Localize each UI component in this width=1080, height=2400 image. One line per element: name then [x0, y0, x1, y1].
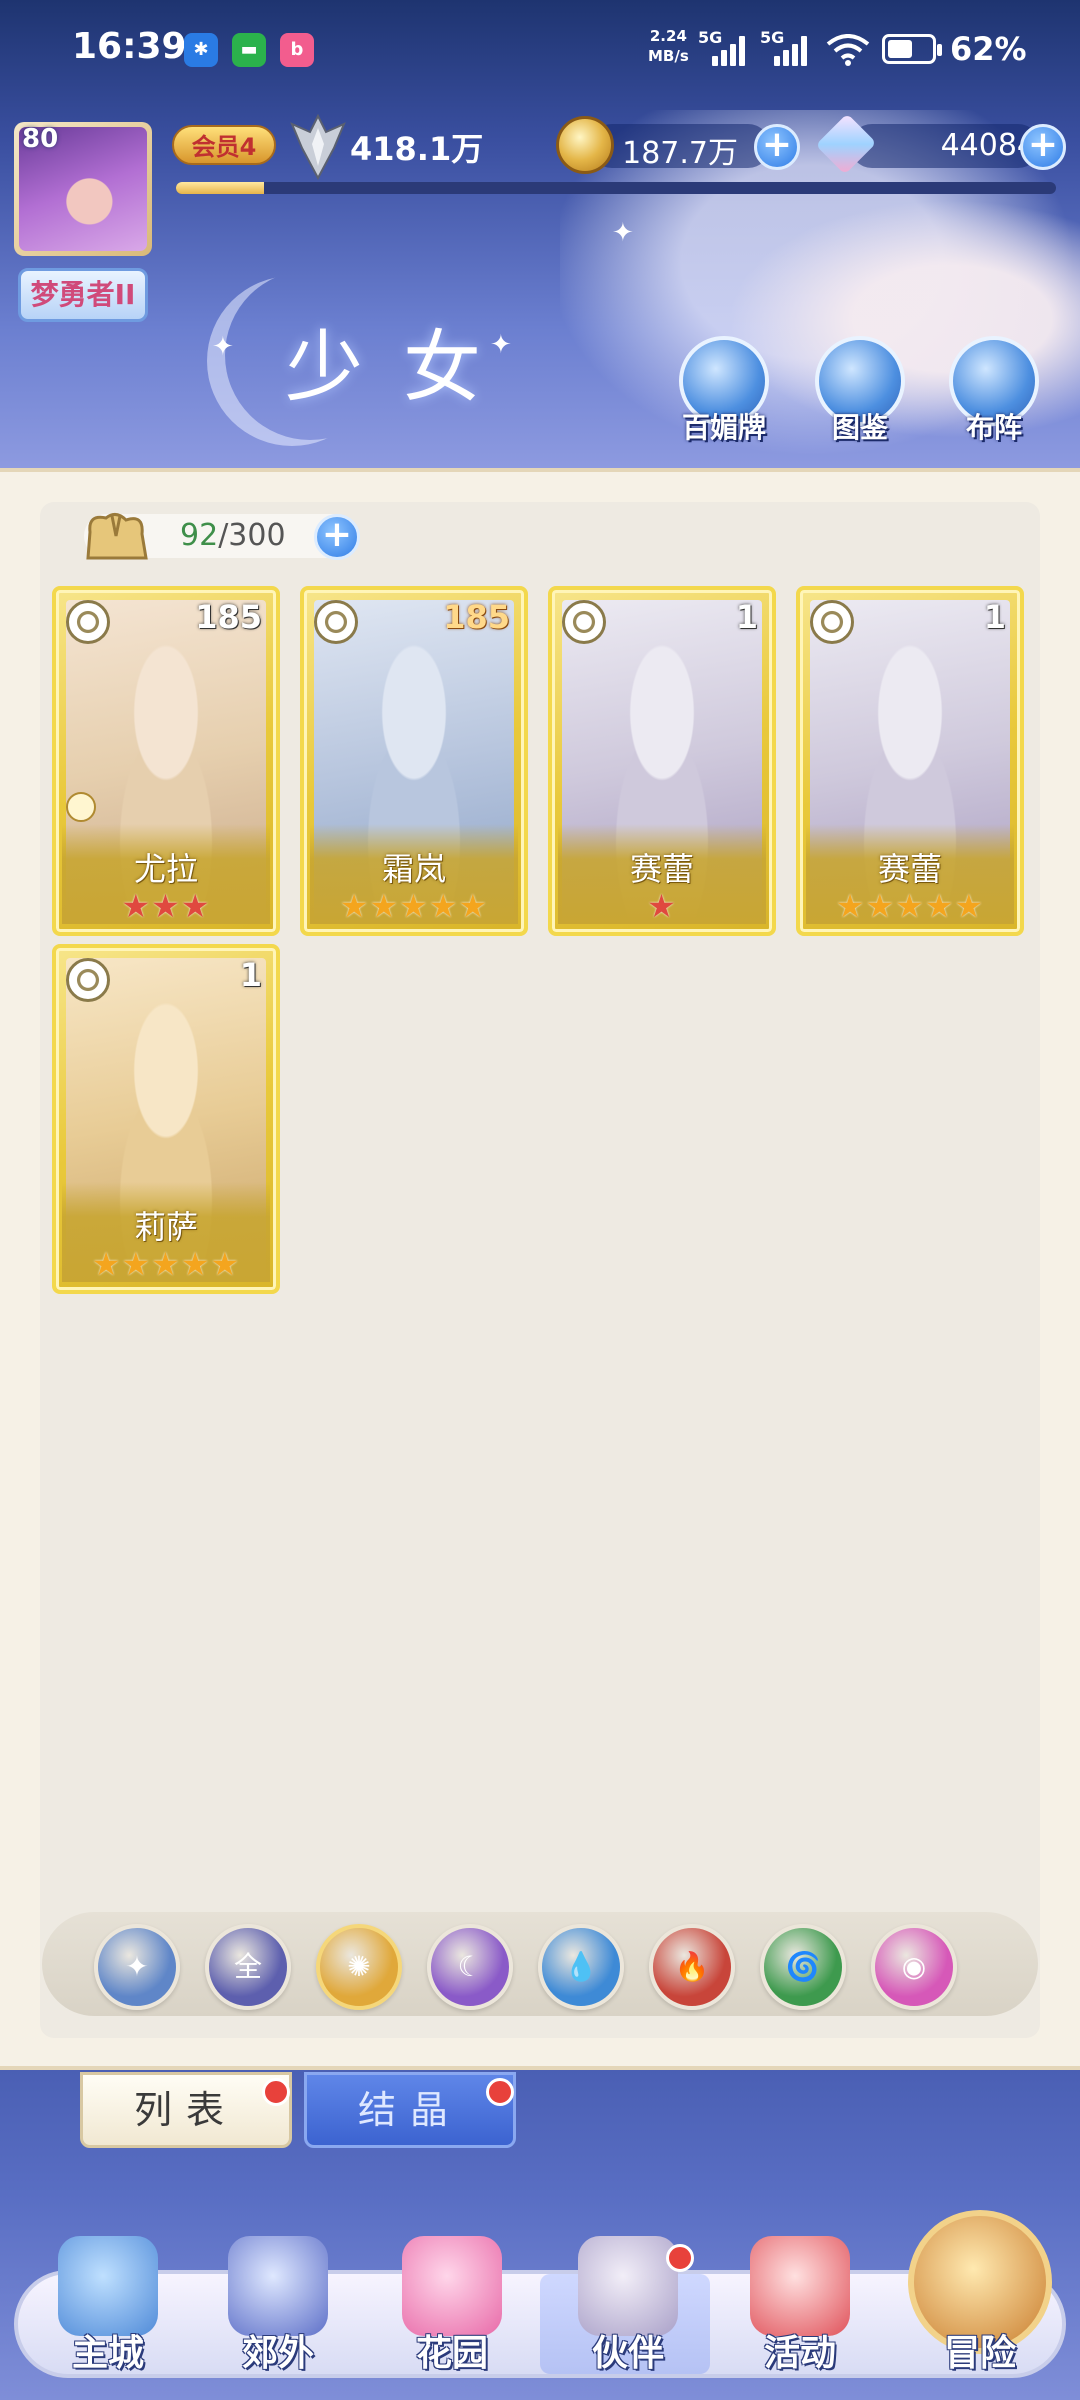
- portal-icon: [228, 2236, 328, 2336]
- net-speed-value: 2.24: [649, 27, 687, 45]
- character-card[interactable]: 185 霜岚 ★★★★★: [300, 586, 528, 936]
- character-name: 莉萨: [133, 1208, 198, 1246]
- light-element-icon: [66, 958, 110, 1002]
- character-level: 185: [443, 598, 510, 636]
- character-name: 赛蕾: [877, 850, 942, 888]
- formation-button[interactable]: 布阵: [942, 336, 1046, 444]
- character-level: 1: [735, 598, 758, 636]
- add-gems-button[interactable]: +: [1020, 124, 1066, 170]
- nav-label: 主城: [71, 2333, 144, 2374]
- qq-icon: ✱: [184, 33, 218, 67]
- moon-element-icon[interactable]: ☾: [427, 1924, 513, 2010]
- character-name: 霜岚: [381, 850, 446, 888]
- garden-heart-icon: [402, 2236, 502, 2336]
- character-level: 1: [983, 598, 1006, 636]
- character-card[interactable]: 185 尤拉 ★★★: [52, 586, 280, 936]
- character-level: 185: [195, 598, 262, 636]
- spirit-element-icon[interactable]: ◉: [871, 1924, 957, 2010]
- combat-power-value: 418.1万: [350, 130, 484, 168]
- nav-item-compass-sword[interactable]: 冒险: [900, 2210, 1060, 2384]
- nav-label: 伙伴: [591, 2333, 664, 2374]
- water-element-icon[interactable]: 💧: [538, 1924, 624, 2010]
- vip-badge[interactable]: 会员4: [172, 125, 276, 165]
- nav-label: 花园: [415, 2333, 488, 2374]
- character-card[interactable]: 1 赛蕾 ★: [548, 586, 776, 936]
- signal-bars-icon: [774, 36, 814, 66]
- all-filter-icon[interactable]: 全: [205, 1924, 291, 2010]
- light-element-icon[interactable]: ✺: [316, 1924, 402, 2010]
- partner-icon: [578, 2236, 678, 2336]
- gift-icon: [750, 2236, 850, 2336]
- player-level: 80: [22, 124, 59, 154]
- add-gold-button[interactable]: +: [754, 124, 800, 170]
- codex-button[interactable]: 图鉴: [808, 336, 912, 444]
- gold-amount: 187.7万: [622, 136, 738, 171]
- wifi-icon: [826, 34, 870, 66]
- nav-label: 活动: [763, 2333, 836, 2374]
- star-rating: ★★★: [121, 887, 211, 925]
- net-speed-unit: MB/s: [648, 47, 689, 65]
- battery-icon: [882, 34, 942, 64]
- light-element-icon: [314, 600, 358, 644]
- wind-element-icon[interactable]: 🌀: [760, 1924, 846, 2010]
- gem-amount: 44084: [940, 128, 1036, 163]
- tab-list-notification-dot: [262, 2078, 290, 2106]
- nav-item-partner[interactable]: 伙伴: [548, 2236, 708, 2384]
- castle-icon: [58, 2236, 158, 2336]
- codex-label: 图鉴: [831, 411, 888, 444]
- partner-notification-dot: [666, 2244, 694, 2272]
- exp-progress-bar: [176, 182, 1056, 194]
- nav-label: 郊外: [241, 2333, 314, 2374]
- nav-label: 冒险: [943, 2333, 1016, 2374]
- network-speed: 2.24 MB/s: [648, 26, 689, 66]
- capacity-max: 300: [228, 518, 286, 553]
- expand-capacity-button[interactable]: +: [314, 514, 360, 560]
- character-name: 赛蕾: [629, 850, 694, 888]
- sparkle-icon: ✦: [212, 332, 234, 362]
- player-title-badge[interactable]: 梦勇者II: [18, 268, 148, 322]
- status-bar: 16:39 ✱ ▬ b 2.24 MB/s 5G 5G 62%: [0, 0, 1080, 100]
- character-card[interactable]: 1 莉萨 ★★★★★: [52, 944, 280, 1294]
- light-element-icon: [810, 600, 854, 644]
- star-rating: ★★★★★: [339, 887, 489, 925]
- clock: 16:39: [72, 26, 187, 67]
- nav-item-garden-heart[interactable]: 花园: [372, 2236, 532, 2384]
- star-rating: ★: [647, 887, 677, 925]
- formation-label: 布阵: [965, 411, 1022, 444]
- star-rating: ★★★★★: [835, 887, 985, 925]
- light-element-icon: [66, 600, 110, 644]
- character-card[interactable]: 1 赛蕾 ★★★★★: [796, 586, 1024, 936]
- card-deck-label: 百媚牌: [681, 411, 766, 444]
- capacity-text: 92/300: [180, 518, 286, 553]
- bilibili-icon: b: [280, 33, 314, 67]
- character-name: 尤拉: [133, 850, 198, 888]
- star-rating: ★★★★★: [91, 1245, 241, 1283]
- nav-item-castle[interactable]: 主城: [28, 2236, 188, 2384]
- wechat-icon: ▬: [232, 33, 266, 67]
- sparkle-icon: ✦: [612, 218, 634, 248]
- card-deck-button[interactable]: 百媚牌: [672, 336, 776, 444]
- page-title: 少女: [285, 323, 522, 413]
- gold-coin-icon: [556, 116, 614, 174]
- combat-power-icon: [290, 114, 346, 180]
- nav-item-portal[interactable]: 郊外: [198, 2236, 358, 2384]
- tab-list[interactable]: 列表: [80, 2072, 292, 2148]
- exp-progress-fill: [176, 182, 264, 194]
- character-level: 1: [239, 956, 262, 994]
- capacity-current: 92: [180, 518, 219, 553]
- wing-filter-icon[interactable]: ✦: [94, 1924, 180, 2010]
- nav-item-gift[interactable]: 活动: [720, 2236, 880, 2384]
- battery-level: [888, 40, 912, 58]
- light-element-icon: [562, 600, 606, 644]
- signal-bars-icon: [712, 36, 752, 66]
- bag-capacity-icon: [86, 513, 148, 560]
- equipment-badge-icon: [66, 792, 96, 822]
- tab-crystal-notification-dot: [486, 2078, 514, 2106]
- tab-crystal[interactable]: 结晶: [304, 2072, 516, 2148]
- capacity-separator: /: [218, 518, 229, 553]
- battery-percent: 62%: [950, 30, 1027, 68]
- fire-element-icon[interactable]: 🔥: [649, 1924, 735, 2010]
